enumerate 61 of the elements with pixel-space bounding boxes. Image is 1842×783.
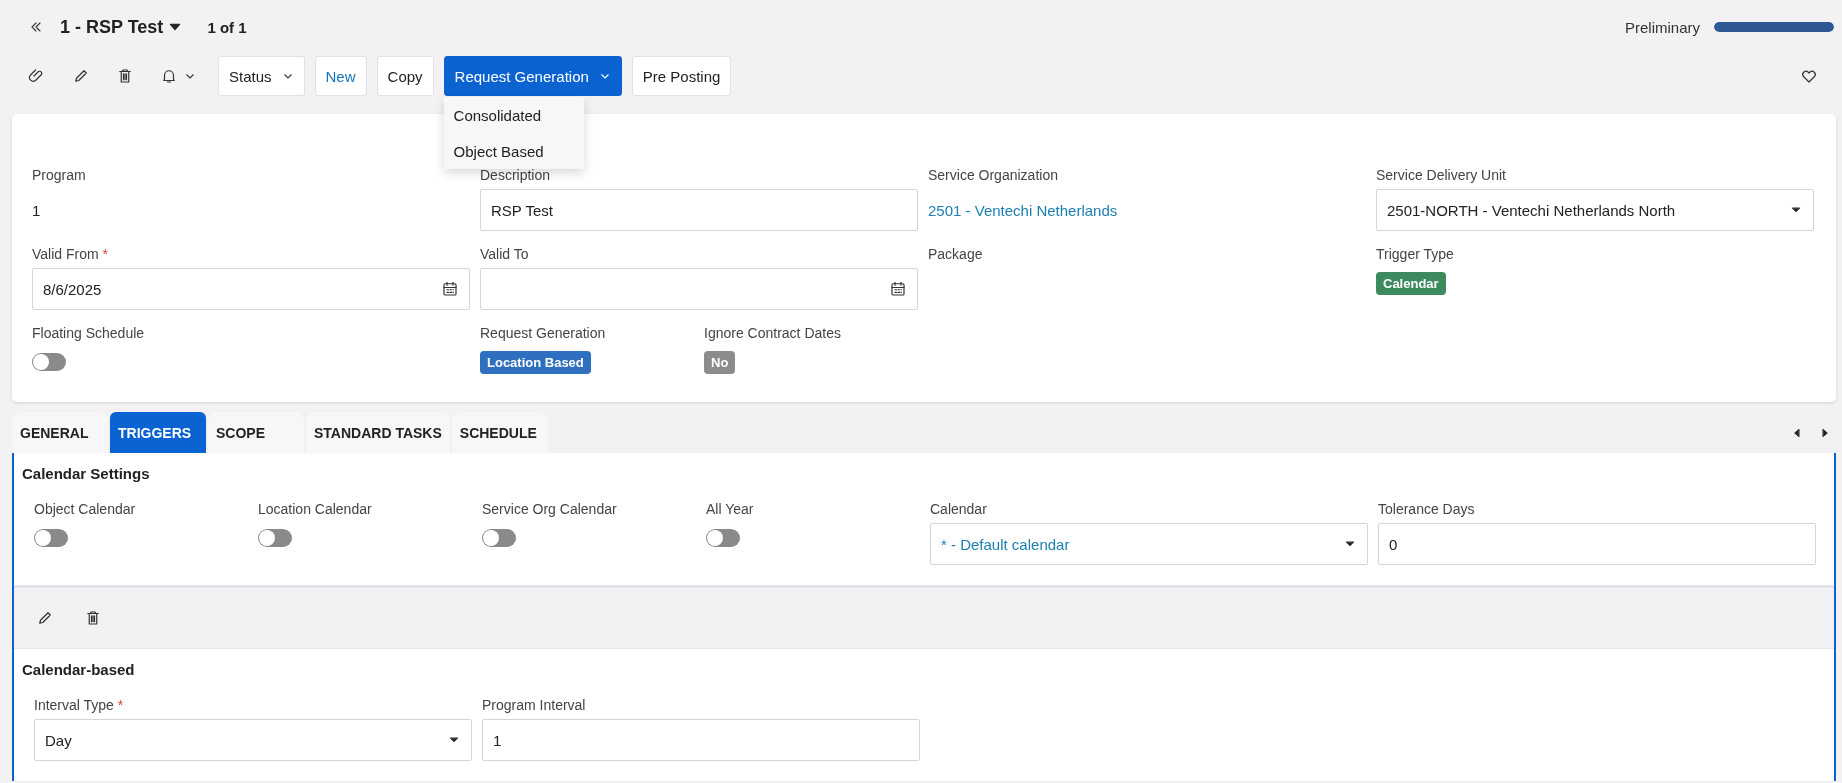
- field-label: Service Org Calendar: [482, 500, 617, 519]
- calendar-icon: [441, 280, 459, 298]
- input-field[interactable]: 0: [1378, 523, 1816, 565]
- status-tag: No: [704, 351, 736, 374]
- tab[interactable]: STANDARD TASKS: [306, 412, 450, 453]
- toggle-switch[interactable]: [482, 529, 516, 547]
- field-label: Object Calendar: [34, 500, 136, 519]
- menu-item[interactable]: Consolidated: [443, 97, 584, 133]
- pencil-icon: [36, 609, 54, 627]
- field-label: Program: [32, 166, 86, 185]
- field-label: Tolerance Days: [1378, 500, 1475, 519]
- record-count: 1 of 1: [207, 18, 247, 36]
- section-heading: Calendar-based: [22, 660, 136, 680]
- toolbar-button[interactable]: Pre Posting: [631, 56, 732, 96]
- field-label: Location Calendar: [258, 500, 372, 519]
- field-label: Service Organization: [928, 166, 1058, 185]
- field-label: Calendar: [930, 500, 987, 519]
- select-field[interactable]: * - Default calendar: [930, 523, 1368, 565]
- field-label: Package: [928, 245, 983, 264]
- toolbar-button[interactable]: Status: [218, 56, 305, 96]
- field-label: All Year: [706, 500, 754, 519]
- field-label: Service Delivery Unit: [1376, 166, 1506, 185]
- toggle-switch[interactable]: [32, 353, 66, 371]
- field-label: Interval Type *: [34, 696, 124, 715]
- status-label: Preliminary: [1625, 18, 1700, 36]
- toolbar-button[interactable]: New: [314, 56, 367, 96]
- toggle-switch[interactable]: [258, 529, 292, 547]
- field-label: Description: [480, 166, 551, 185]
- select-field[interactable]: 2501-NORTH - Ventechi Netherlands North: [1376, 189, 1814, 231]
- section-heading: Calendar Settings: [22, 464, 151, 484]
- pencil-icon: [72, 67, 90, 85]
- field-label: Program Interval: [482, 696, 586, 715]
- menu-item[interactable]: Object Based: [443, 133, 584, 169]
- toolbar-button[interactable]: Copy: [376, 56, 434, 96]
- field-label: Ignore Contract Dates: [704, 324, 841, 343]
- select-field[interactable]: Day: [34, 719, 472, 761]
- toggle-switch[interactable]: [34, 529, 68, 547]
- calendar-icon: [889, 280, 907, 298]
- field-label: Valid From *: [32, 245, 108, 264]
- tab[interactable]: SCHEDULE: [451, 412, 548, 453]
- field-label: Valid To: [480, 245, 529, 264]
- input-field[interactable]: RSP Test: [480, 189, 918, 231]
- field-label: Floating Schedule: [32, 324, 145, 343]
- date-field[interactable]: [480, 268, 918, 310]
- tab[interactable]: TRIGGERS: [110, 412, 206, 453]
- tab[interactable]: GENERAL: [12, 412, 108, 453]
- tab[interactable]: SCOPE: [208, 412, 304, 453]
- field-label: Request Generation: [480, 324, 606, 343]
- toolbar-button[interactable]: Request Generation: [443, 56, 622, 96]
- field-value: 1: [32, 200, 41, 221]
- input-field[interactable]: 1: [482, 719, 920, 761]
- toggle-switch[interactable]: [706, 529, 740, 547]
- bell-icon: [160, 67, 178, 85]
- date-field[interactable]: 8/6/2025: [32, 268, 470, 310]
- status-tag: Calendar: [1376, 272, 1446, 295]
- field-label: Trigger Type: [1376, 245, 1454, 264]
- trash-icon: [116, 67, 134, 85]
- record-title[interactable]: 1 - RSP Test: [60, 16, 164, 38]
- status-tag: Location Based: [480, 351, 591, 374]
- organization-link[interactable]: 2501 - Ventechi Netherlands: [928, 189, 1118, 231]
- trash-icon: [84, 609, 102, 627]
